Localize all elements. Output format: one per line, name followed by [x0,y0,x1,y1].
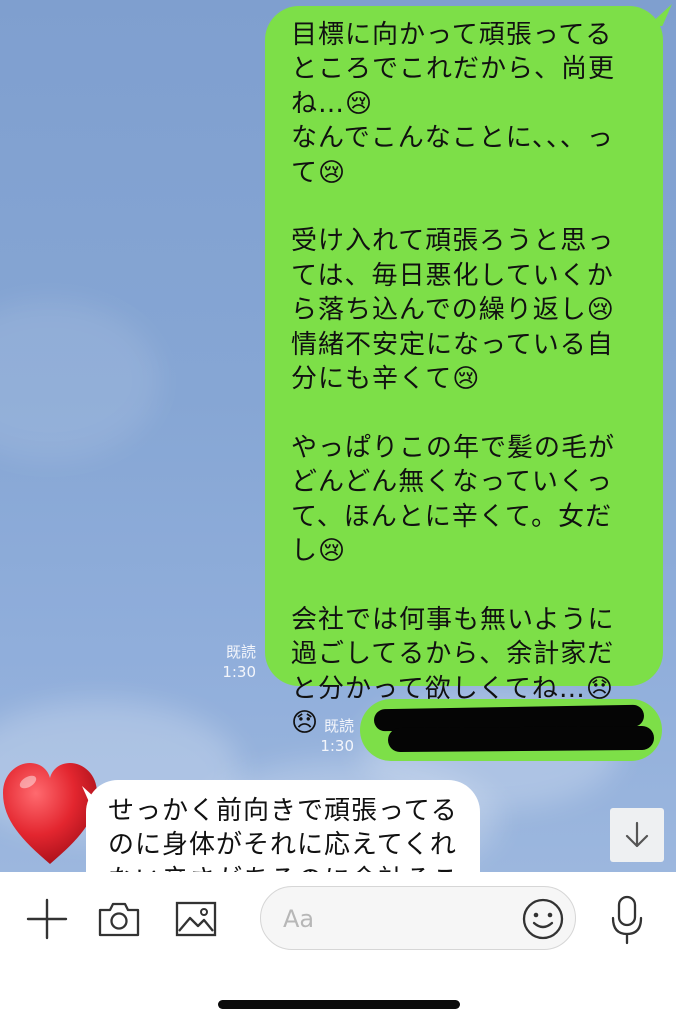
redacted-message-bubble[interactable] [360,699,662,761]
message-time: 1:30 [222,663,256,681]
home-indicator[interactable] [218,1000,460,1009]
read-receipt: 既読 1:30 [208,642,256,682]
red-heart-icon[interactable] [0,760,100,870]
arrow-down-icon [625,821,649,848]
redaction-scribble [387,725,655,753]
incoming-message-text: せっかく前向きで頑張ってるのに身体がそれに応えてくれない辛さがあるのに余計そこ [108,796,458,872]
scroll-to-bottom-button[interactable] [610,808,664,862]
add-button[interactable] [22,894,72,944]
camera-icon [98,902,140,937]
emoji-button[interactable] [519,895,567,943]
plus-icon [26,898,68,940]
message-input[interactable] [283,901,503,937]
voice-message-button[interactable] [604,892,650,948]
incoming-message-bubble[interactable]: せっかく前向きで頑張ってるのに身体がそれに応えてくれない辛さがあるのに余計そこ [86,780,480,872]
microphone-icon [611,895,643,945]
camera-button[interactable] [94,896,144,942]
read-receipt: 既読 1:30 [306,716,354,756]
image-icon [175,901,217,937]
outgoing-message-text: 目標に向かって頑張ってるところでこれだから、尚更ね…😢 なんでこんなことに、、、… [291,20,616,739]
read-label: 既読 [225,643,256,661]
outgoing-message-bubble[interactable]: 目標に向かって頑張ってるところでこれだから、尚更ね…😢 なんでこんなことに、、、… [265,6,663,738]
image-button[interactable] [172,896,220,942]
chat-area[interactable]: 目標に向かって頑張ってるところでこれだから、尚更ね…😢 なんでこんなことに、、、… [0,0,676,872]
read-label: 既読 [323,717,354,735]
emoji-icon [522,898,564,940]
line-chat-screen: 目標に向かって頑張ってるところでこれだから、尚更ね…😢 なんでこんなことに、、、… [0,0,676,1024]
message-input-container[interactable] [260,886,576,950]
background-cloud [0,300,160,460]
message-time: 1:30 [320,737,354,755]
message-input-toolbar [0,872,676,1024]
